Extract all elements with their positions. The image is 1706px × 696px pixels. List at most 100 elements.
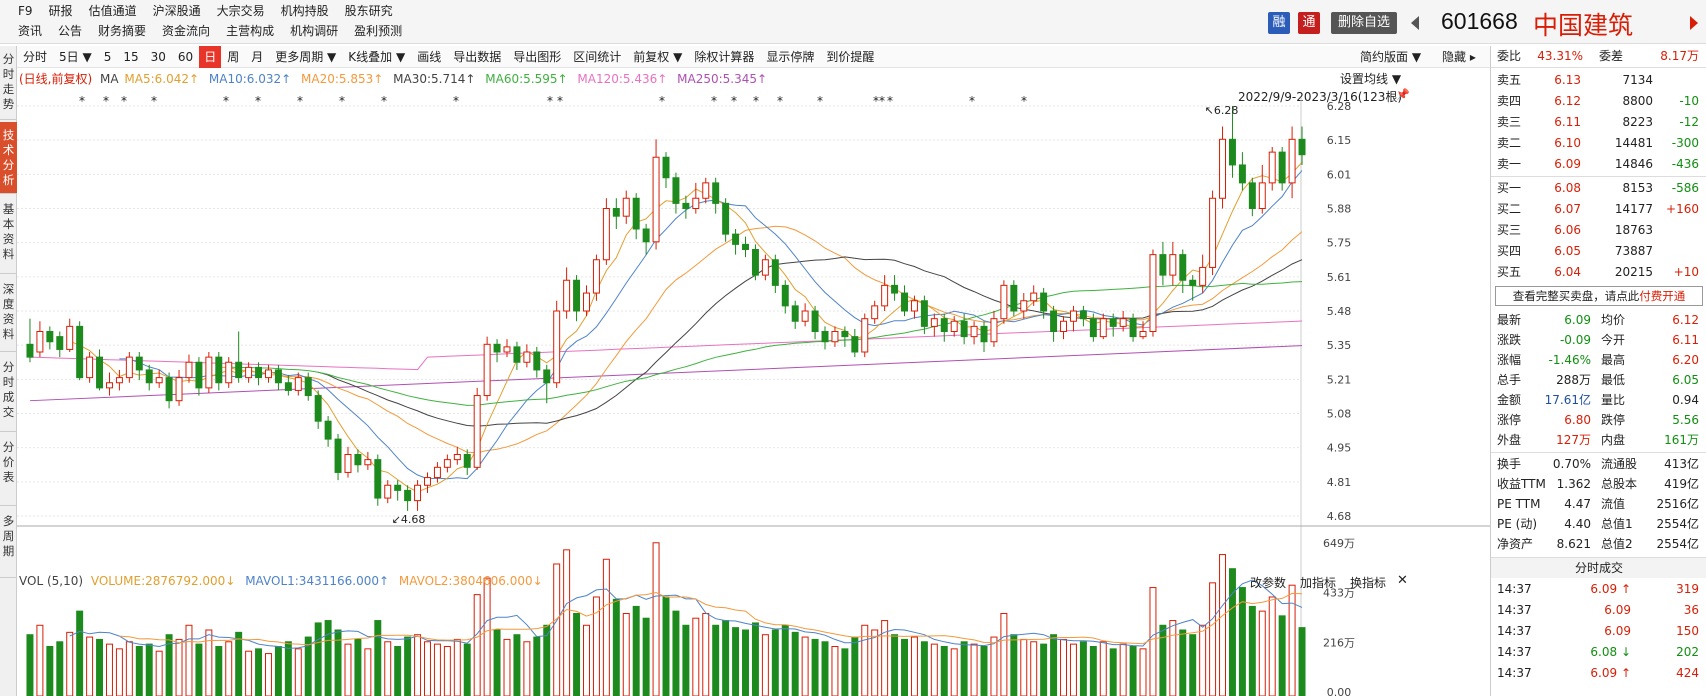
candle-body[interactable] xyxy=(821,331,829,343)
top-menu-item-row1-4[interactable]: 大宗交易 xyxy=(209,1,273,21)
volume-bar[interactable] xyxy=(980,645,988,696)
volume-bar[interactable] xyxy=(831,645,839,696)
volume-bar[interactable] xyxy=(493,629,501,696)
volume-bar[interactable] xyxy=(414,634,422,696)
volume-bar[interactable] xyxy=(105,643,113,696)
volume-bar[interactable] xyxy=(1169,620,1177,696)
candle-body[interactable] xyxy=(1109,318,1117,327)
volume-bar[interactable] xyxy=(801,636,809,696)
candle-body[interactable] xyxy=(861,318,869,353)
volume-bar[interactable] xyxy=(1079,641,1087,696)
candle-body[interactable] xyxy=(1099,318,1107,338)
volume-bar[interactable] xyxy=(205,629,213,696)
candle-body[interactable] xyxy=(453,454,461,461)
volume-bar[interactable] xyxy=(155,650,163,696)
volume-bar[interactable] xyxy=(56,641,64,696)
toolbar-item-11[interactable]: 画线 xyxy=(411,46,447,68)
toolbar-item-9[interactable]: 更多周期 ▼ xyxy=(269,46,342,68)
volume-bar[interactable] xyxy=(1298,627,1306,696)
candle-body[interactable] xyxy=(1060,320,1068,332)
candle-body[interactable] xyxy=(314,395,322,422)
candle-body[interactable] xyxy=(294,377,302,391)
candle-body[interactable] xyxy=(414,484,422,502)
event-marker-icon[interactable]: * xyxy=(777,94,783,108)
volume-bar[interactable] xyxy=(274,645,282,696)
volume-bar[interactable] xyxy=(930,643,938,696)
toolbar-item-13[interactable]: 导出图形 xyxy=(507,46,567,68)
candle-body[interactable] xyxy=(424,477,431,486)
volume-bar[interactable] xyxy=(255,648,263,696)
volume-bar[interactable] xyxy=(1159,624,1167,696)
candle-body[interactable] xyxy=(115,377,123,384)
event-marker-icon[interactable]: * xyxy=(557,94,563,108)
candle-body[interactable] xyxy=(76,325,84,379)
candle-body[interactable] xyxy=(1139,331,1147,338)
volume-bar[interactable] xyxy=(344,643,352,696)
volume-bar[interactable] xyxy=(463,643,471,696)
volume-bar[interactable] xyxy=(394,645,402,696)
candle-body[interactable] xyxy=(1089,318,1097,338)
candle-body[interactable] xyxy=(1129,318,1137,338)
candle-body[interactable] xyxy=(563,279,571,312)
volume-bar[interactable] xyxy=(702,612,710,696)
left-tab-0[interactable]: 分时走势 xyxy=(0,46,17,120)
candle-body[interactable] xyxy=(155,377,163,384)
event-marker-icon[interactable]: * xyxy=(79,94,85,108)
volume-bar[interactable] xyxy=(1030,641,1038,696)
event-marker-icon[interactable]: * xyxy=(753,94,759,108)
candle-body[interactable] xyxy=(404,489,412,502)
candle-body[interactable] xyxy=(732,233,740,245)
event-marker-icon[interactable]: * xyxy=(151,94,157,108)
volume-bar[interactable] xyxy=(573,612,581,696)
candle-body[interactable] xyxy=(493,343,501,353)
event-marker-icon[interactable]: * xyxy=(297,94,303,108)
volume-bar[interactable] xyxy=(1278,615,1286,696)
candle-body[interactable] xyxy=(1238,164,1246,184)
volume-bar[interactable] xyxy=(891,634,899,696)
candle-body[interactable] xyxy=(1069,310,1077,322)
candle-body[interactable] xyxy=(86,356,94,379)
candle-body[interactable] xyxy=(1169,254,1177,276)
volume-bar[interactable] xyxy=(533,636,541,696)
volume-bar[interactable] xyxy=(751,622,759,696)
volume-bar[interactable] xyxy=(26,634,34,696)
toolbar-item-0[interactable]: 分时 xyxy=(17,46,53,68)
candle-body[interactable] xyxy=(642,228,650,243)
volume-bar[interactable] xyxy=(175,638,183,696)
candle-body[interactable] xyxy=(1179,254,1187,281)
candle-body[interactable] xyxy=(533,351,541,371)
toolbar-item-12[interactable]: 导出数据 xyxy=(447,46,507,68)
candle-body[interactable] xyxy=(46,331,54,343)
volume-bar[interactable] xyxy=(185,624,193,696)
candle-body[interactable] xyxy=(811,310,819,332)
candle-body[interactable] xyxy=(1020,300,1028,312)
candle-body[interactable] xyxy=(26,343,34,358)
candle-body[interactable] xyxy=(791,305,799,322)
left-tab-5[interactable]: 分价表 xyxy=(0,434,17,506)
left-tab-1[interactable]: 技术分析 xyxy=(0,122,17,194)
toolbar-item-5[interactable]: 60 xyxy=(172,46,199,68)
volume-bar[interactable] xyxy=(1268,596,1276,696)
volume-bar[interactable] xyxy=(1199,624,1207,696)
next-stock-icon[interactable] xyxy=(1688,13,1700,33)
volume-bar[interactable] xyxy=(245,650,253,696)
event-marker-icon[interactable]: * xyxy=(817,94,823,108)
switch-indicator-button[interactable]: 换指标 xyxy=(1350,574,1386,591)
event-marker-icon[interactable]: * xyxy=(103,94,109,108)
volume-bar[interactable] xyxy=(235,631,243,696)
candle-body[interactable] xyxy=(364,459,372,466)
volume-bar[interactable] xyxy=(940,645,948,696)
volume-bar[interactable] xyxy=(910,636,918,696)
toolbar-item-10[interactable]: K线叠加 ▼ xyxy=(342,46,411,68)
candle-body[interactable] xyxy=(334,438,342,473)
volume-bar[interactable] xyxy=(125,641,133,696)
candle-body[interactable] xyxy=(831,331,839,343)
candle-body[interactable] xyxy=(1228,138,1236,166)
candle-body[interactable] xyxy=(871,305,879,320)
volume-bar[interactable] xyxy=(871,629,879,696)
volume-bar[interactable] xyxy=(960,641,968,696)
toolbar-item-18[interactable]: 到价提醒 xyxy=(820,46,880,68)
candle-body[interactable] xyxy=(513,346,521,363)
candle-body[interactable] xyxy=(592,259,600,294)
event-marker-icon[interactable]: * xyxy=(1021,94,1027,108)
